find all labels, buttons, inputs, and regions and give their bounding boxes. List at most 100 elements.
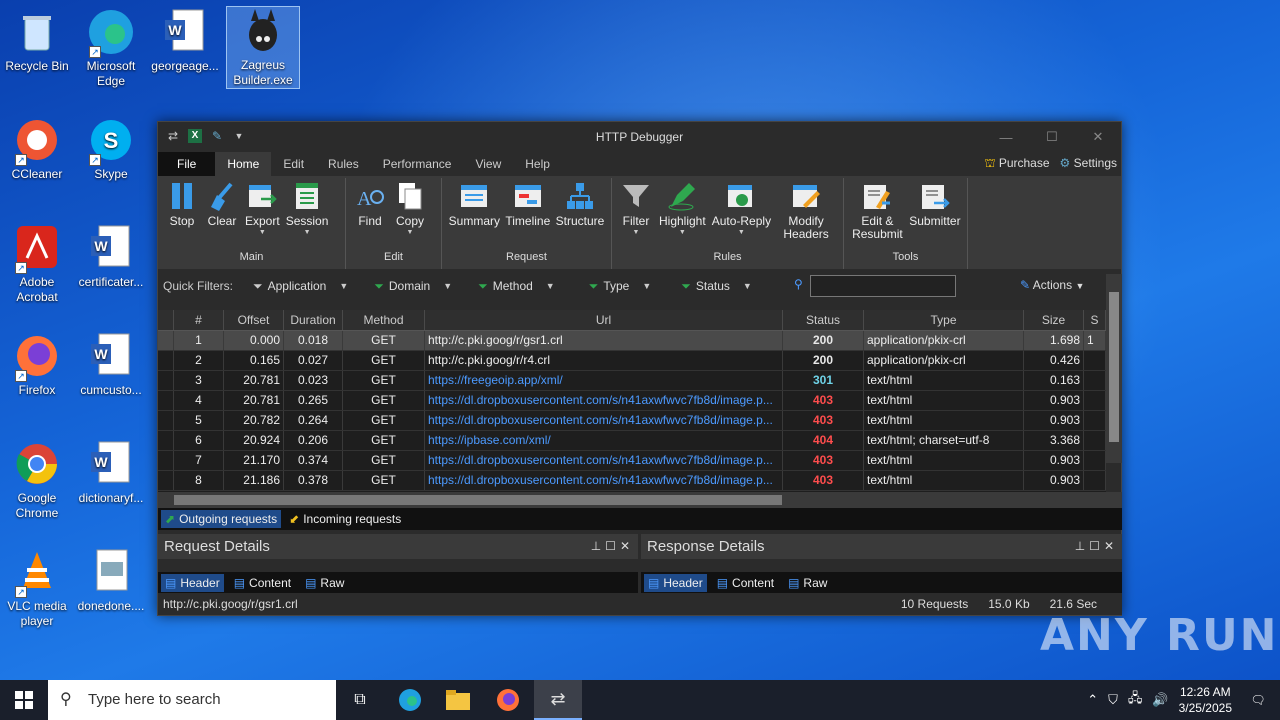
- response-header-tab[interactable]: ▤ Header: [644, 574, 707, 592]
- desktop-icon-zagreus[interactable]: Zagreus Builder.exe: [226, 6, 300, 89]
- network-icon[interactable]: 🖧: [1128, 689, 1143, 711]
- pin-icon[interactable]: ⊥: [1075, 539, 1089, 553]
- submitter-button[interactable]: Submitter: [907, 178, 963, 248]
- search-input[interactable]: [810, 275, 956, 297]
- session-button[interactable]: Session ▼: [283, 178, 332, 248]
- timeline-button[interactable]: Timeline: [503, 178, 553, 248]
- task-view-button[interactable]: ⧉: [336, 680, 384, 720]
- structure-button[interactable]: Structure: [553, 178, 607, 248]
- chevron-down-icon: ▼: [443, 281, 453, 291]
- menu-file[interactable]: File: [158, 152, 216, 176]
- filter-type[interactable]: ⏷ Type ▼: [589, 279, 652, 294]
- close-icon[interactable]: ✕: [1104, 539, 1118, 553]
- close-icon[interactable]: ✕: [620, 539, 634, 553]
- float-icon[interactable]: ☐: [1089, 539, 1104, 553]
- volume-icon[interactable]: 🔊: [1152, 692, 1168, 708]
- column-header-s[interactable]: S: [1084, 310, 1106, 330]
- request-content-tab[interactable]: ▤ Content: [230, 574, 295, 592]
- column-header-method[interactable]: Method: [343, 310, 425, 330]
- incoming-arrow-icon: ⬋: [289, 512, 300, 526]
- actions-button[interactable]: ✎ Actions ▼: [1020, 278, 1084, 292]
- notification-center-button[interactable]: 🗨: [1236, 680, 1280, 720]
- menu-help[interactable]: Help: [513, 152, 562, 176]
- table-row[interactable]: 4 20.781 0.265 GET https://dl.dropboxusercon…: [158, 391, 1106, 411]
- auto-reply-button[interactable]: Auto-Reply ▼: [709, 178, 774, 248]
- edit-resubmit-button[interactable]: Edit & Resubmit: [848, 178, 907, 248]
- desktop-icon-certificater[interactable]: W certificater...: [74, 224, 148, 290]
- desktop-icon-acrobat[interactable]: ↗ Adobe Acrobat: [0, 224, 74, 305]
- menu-view[interactable]: View: [463, 152, 513, 176]
- copy-button[interactable]: Copy ▼: [390, 178, 430, 248]
- table-row[interactable]: 3 20.781 0.023 GET https://freegeoip.app/xml…: [158, 371, 1106, 391]
- desktop-icon-cumcusto[interactable]: W cumcusto...: [74, 332, 148, 398]
- desktop-icon-donedone[interactable]: donedone....: [74, 548, 148, 614]
- svg-text:W: W: [94, 238, 108, 254]
- filter-button[interactable]: Filter ▼: [616, 178, 656, 248]
- column-header-size[interactable]: Size: [1024, 310, 1084, 330]
- menu-performance[interactable]: Performance: [371, 152, 464, 176]
- desktop-icon-firefox[interactable]: ↗ Firefox: [0, 332, 74, 398]
- menu-rules[interactable]: Rules: [316, 152, 371, 176]
- table-row[interactable]: 1 0.000 0.018 GET http://c.pki.goog/r/gsr1.c…: [158, 331, 1106, 351]
- chevron-up-icon[interactable]: ⌃: [1087, 692, 1098, 708]
- table-row[interactable]: 7 21.170 0.374 GET https://dl.dropboxusercon…: [158, 451, 1106, 471]
- taskbar-search-box[interactable]: ⚲ Type here to search: [48, 680, 336, 720]
- taskbar-edge[interactable]: [386, 680, 434, 720]
- table-row[interactable]: 5 20.782 0.264 GET https://dl.dropboxusercon…: [158, 411, 1106, 431]
- response-raw-tab[interactable]: ▤ Raw: [784, 574, 831, 592]
- purchase-button[interactable]: ⛫ Purchase: [984, 156, 1049, 172]
- menu-edit[interactable]: Edit: [271, 152, 316, 176]
- minimize-button[interactable]: —: [983, 122, 1029, 152]
- table-row[interactable]: 6 20.924 0.206 GET https://ipbase.com/xml/40…: [158, 431, 1106, 451]
- response-content-tab[interactable]: ▤ Content: [713, 574, 778, 592]
- desktop-icon-chrome[interactable]: Google Chrome: [0, 440, 74, 521]
- stop-button[interactable]: Stop: [162, 178, 202, 248]
- column-header-offset[interactable]: Offset: [224, 310, 284, 330]
- desktop-icon-recycle-bin[interactable]: Recycle Bin: [0, 8, 74, 74]
- table-row[interactable]: 2 0.165 0.027 GET http://c.pki.goog/r/r4.crl…: [158, 351, 1106, 371]
- incoming-requests-tab[interactable]: ⬋ Incoming requests: [285, 510, 405, 528]
- desktop-icon-ccleaner[interactable]: ↗ CCleaner: [0, 116, 74, 182]
- modify-headers-button[interactable]: Modify Headers: [774, 178, 838, 248]
- desktop-icon-skype[interactable]: S ↗ Skype: [74, 116, 148, 182]
- desktop-icon-vlc[interactable]: ↗ VLC media player: [0, 548, 74, 629]
- security-icon[interactable]: ⛉: [1108, 692, 1118, 708]
- close-button[interactable]: ✕: [1075, 122, 1121, 152]
- taskbar-firefox[interactable]: [484, 680, 532, 720]
- maximize-button[interactable]: ☐: [1029, 122, 1075, 152]
- desktop-icon-georgeage[interactable]: W georgeage...: [148, 8, 222, 74]
- highlight-button[interactable]: Highlight ▼: [656, 178, 709, 248]
- filter-method[interactable]: ⏷ Method ▼: [478, 279, 555, 294]
- table-row[interactable]: 8 21.186 0.378 GET https://dl.dropboxusercon…: [158, 471, 1106, 491]
- column-header-status[interactable]: Status: [783, 310, 864, 330]
- grid-vertical-scrollbar[interactable]: [1106, 274, 1122, 463]
- summary-button[interactable]: Summary: [446, 178, 503, 248]
- clear-button[interactable]: Clear: [202, 178, 242, 248]
- filter-application[interactable]: ⏷ Application ▼: [253, 279, 348, 294]
- start-button[interactable]: [0, 680, 48, 720]
- clock[interactable]: 12:26 AM 3/25/2025: [1179, 684, 1232, 716]
- grid-horizontal-scrollbar[interactable]: [158, 492, 1122, 508]
- menu-home[interactable]: Home: [215, 152, 272, 176]
- desktop-icon-dictionaryf[interactable]: W dictionaryf...: [74, 440, 148, 506]
- zagreus-exe-icon: [239, 7, 287, 55]
- taskbar-http-debugger[interactable]: ⇄: [534, 680, 582, 720]
- row-indicator: [158, 451, 174, 470]
- find-button[interactable]: A Find: [350, 178, 390, 248]
- column-header-duration[interactable]: Duration: [284, 310, 343, 330]
- request-raw-tab[interactable]: ▤ Raw: [301, 574, 348, 592]
- request-header-tab[interactable]: ▤ Header: [161, 574, 224, 592]
- column-header-number[interactable]: #: [174, 310, 224, 330]
- taskbar-file-explorer[interactable]: [434, 680, 482, 720]
- filter-status[interactable]: ⏷ Status ▼: [681, 279, 752, 294]
- settings-button[interactable]: ⚙ Settings: [1060, 156, 1117, 172]
- content-icon: ▤: [716, 576, 729, 590]
- export-button[interactable]: Export ▼: [242, 178, 283, 248]
- desktop-icon-edge[interactable]: ↗ Microsoft Edge: [74, 8, 148, 89]
- column-header-type[interactable]: Type: [864, 310, 1024, 330]
- float-icon[interactable]: ☐: [605, 539, 620, 553]
- filter-domain[interactable]: ⏷ Domain ▼: [374, 279, 452, 294]
- pin-icon[interactable]: ⊥: [591, 539, 605, 553]
- outgoing-requests-tab[interactable]: ⬈ Outgoing requests: [161, 510, 282, 528]
- column-header-url[interactable]: Url: [425, 310, 783, 330]
